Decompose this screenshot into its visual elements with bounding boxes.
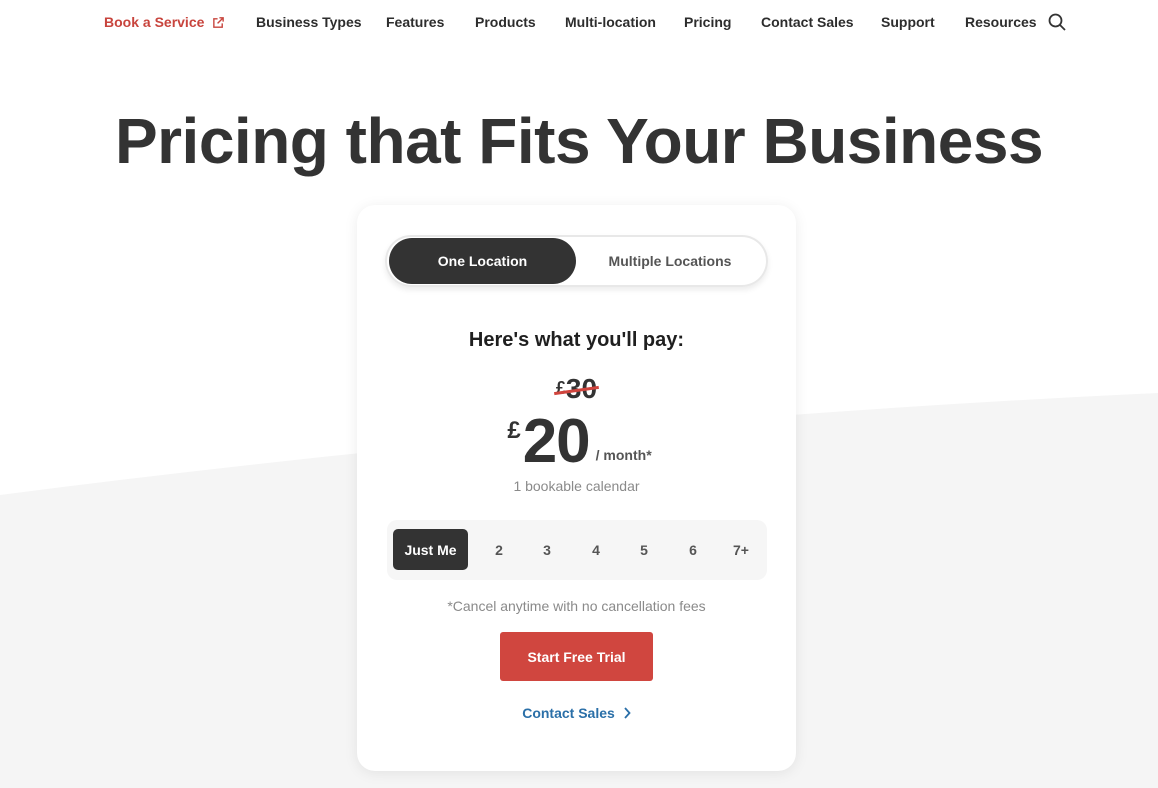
pricing-card: One Location Multiple Locations Here's w… (357, 205, 796, 771)
nav-item-support[interactable]: Support (881, 14, 935, 30)
top-navigation: Book a Service Business Types Features P… (0, 0, 1158, 46)
cancellation-note: *Cancel anytime with no cancellation fee… (447, 598, 706, 614)
staff-option-just-me[interactable]: Just Me (393, 529, 468, 570)
nav-item-contact-sales[interactable]: Contact Sales (761, 14, 854, 30)
staff-option-2[interactable]: 2 (481, 529, 517, 570)
nav-item-business-types[interactable]: Business Types (256, 14, 362, 30)
nav-item-resources[interactable]: Resources (965, 14, 1037, 30)
nav-book-a-service[interactable]: Book a Service (104, 14, 225, 30)
original-price-currency: £ (555, 378, 566, 398)
nav-item-products[interactable]: Products (475, 14, 536, 30)
nav-item-multi-location[interactable]: Multi-location (565, 14, 656, 30)
calendar-note: 1 bookable calendar (513, 478, 640, 494)
staff-option-3[interactable]: 3 (529, 529, 565, 570)
search-icon[interactable] (1048, 13, 1066, 31)
staff-option-7-plus[interactable]: 7+ (723, 529, 759, 570)
staff-option-5[interactable]: 5 (626, 529, 662, 570)
contact-sales-label: Contact Sales (522, 705, 615, 721)
price-currency: £ (507, 417, 521, 444)
tab-one-location[interactable]: One Location (389, 238, 576, 284)
pricing-page: Book a Service Business Types Features P… (0, 0, 1158, 788)
contact-sales-link[interactable]: Contact Sales (357, 705, 796, 721)
tab-multiple-locations[interactable]: Multiple Locations (576, 238, 764, 284)
price-period: / month* (595, 447, 652, 463)
start-free-trial-button[interactable]: Start Free Trial (500, 632, 653, 681)
chevron-right-icon (624, 707, 631, 719)
current-price: £ 20 / month* (357, 405, 796, 479)
external-link-icon (213, 16, 225, 28)
staff-count-selector: Just Me 2 3 4 5 6 7+ (387, 520, 767, 580)
price-amount: 20 (522, 407, 591, 476)
nav-item-features[interactable]: Features (386, 14, 444, 30)
pay-heading: Here's what you'll pay: (468, 329, 685, 351)
page-title: Pricing that Fits Your Business (114, 105, 1044, 177)
staff-option-6[interactable]: 6 (675, 529, 711, 570)
location-toggle: One Location Multiple Locations (385, 235, 768, 287)
staff-option-4[interactable]: 4 (578, 529, 614, 570)
nav-item-pricing[interactable]: Pricing (684, 14, 731, 30)
nav-book-a-service-label: Book a Service (104, 14, 205, 30)
original-price: £30 (357, 373, 796, 405)
